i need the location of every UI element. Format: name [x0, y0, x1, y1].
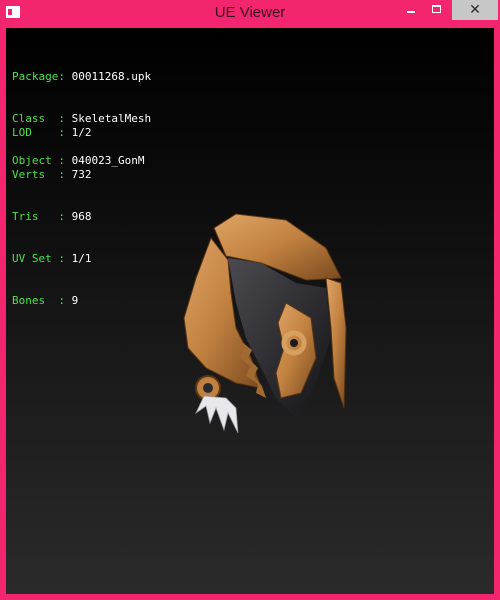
package-label: Package:	[12, 70, 65, 83]
mesh-feathers	[194, 395, 239, 434]
maximize-button[interactable]	[424, 0, 450, 20]
verts-value: 732	[71, 168, 92, 181]
mesh-eye	[290, 339, 298, 347]
package-value: 00011268.upk	[71, 70, 152, 83]
3d-viewport[interactable]: Package: 00011268.upk Class : SkeletalMe…	[6, 28, 494, 594]
close-icon: ✕	[469, 2, 481, 18]
uvset-row: UV Set : 1/1	[12, 252, 91, 266]
package-row: Package: 00011268.upk	[12, 70, 151, 84]
verts-label: Verts :	[12, 168, 65, 181]
mesh-stats: LOD : 1/2 Verts : 732 Tris : 968 UV Set …	[12, 98, 91, 336]
close-button[interactable]: ✕	[452, 0, 498, 20]
verts-row: Verts : 732	[12, 168, 91, 182]
tris-row: Tris : 968	[12, 210, 91, 224]
mesh-mask	[228, 258, 331, 418]
uvset-label: UV Set :	[12, 252, 65, 265]
minimize-icon	[407, 11, 415, 13]
bones-label: Bones :	[12, 294, 65, 307]
title-bar[interactable]: UE Viewer ✕	[0, 0, 500, 28]
lod-row: LOD : 1/2	[12, 126, 91, 140]
tris-label: Tris :	[12, 210, 65, 223]
minimize-button[interactable]	[398, 0, 424, 20]
bones-value: 9	[71, 294, 79, 307]
lod-label: LOD :	[12, 126, 65, 139]
lod-value: 1/2	[71, 126, 92, 139]
app-window: UE Viewer ✕ Package: 00011268.upk Class …	[0, 0, 500, 600]
uvset-value: 1/1	[71, 252, 92, 265]
maximize-icon	[432, 5, 441, 13]
tris-value: 968	[71, 210, 92, 223]
skeletal-mesh-render[interactable]	[166, 208, 366, 448]
bones-row: Bones : 9	[12, 294, 91, 308]
